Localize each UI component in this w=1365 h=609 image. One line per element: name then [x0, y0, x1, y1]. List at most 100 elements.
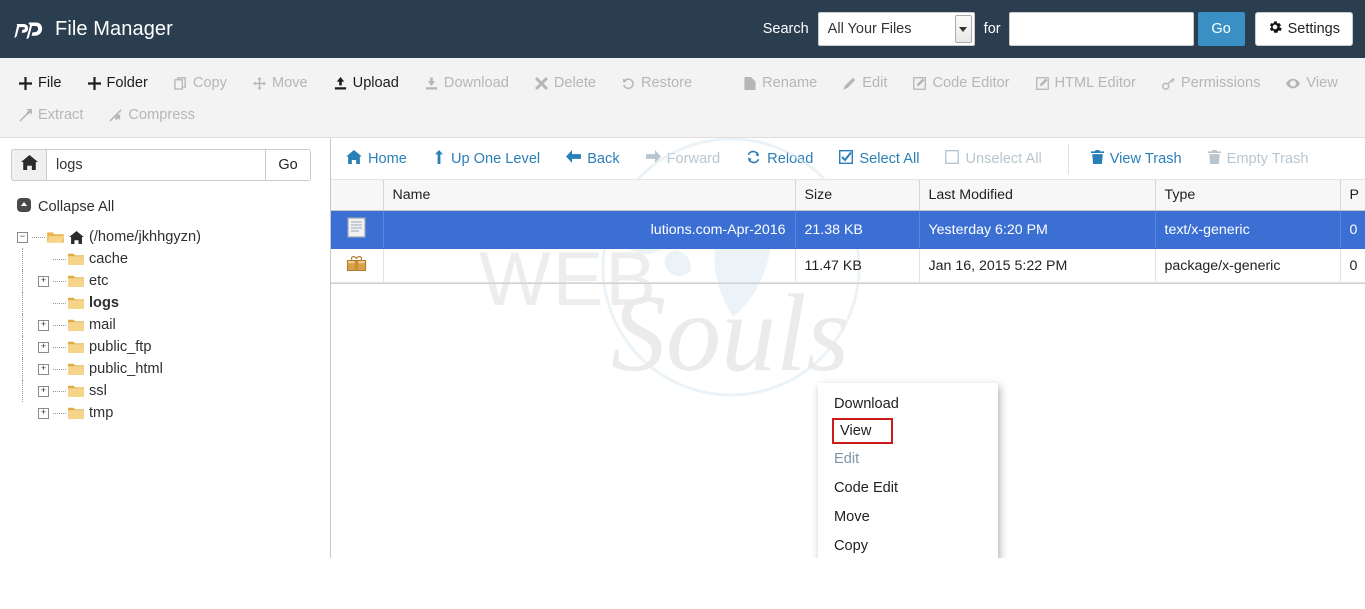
context-menu-item-code-edit[interactable]: Code Edit [818, 473, 998, 502]
collapse-expander-icon[interactable]: − [17, 231, 28, 243]
tree-node-label: mail [89, 317, 116, 333]
chevron-down-icon[interactable] [954, 15, 972, 43]
plus-icon [87, 76, 101, 90]
toolbar-row-2: Extract Compress [0, 99, 1365, 131]
directory-tree: − (/home/jkhhgyzn) cache + etc logs + ma… [17, 226, 330, 424]
tree-node-tmp[interactable]: + tmp [17, 402, 330, 424]
file-pane: Home Up One Level Back Forward Reload Se… [331, 138, 1365, 558]
toolbar-label: Rename [762, 75, 818, 91]
page-title: File Manager [55, 17, 173, 40]
search-go-button[interactable]: Go [1197, 12, 1245, 46]
permissions-button: Permissions [1161, 75, 1260, 91]
expand-expander-icon[interactable]: + [38, 385, 49, 397]
x-mark-icon [534, 76, 548, 90]
tree-node-cache[interactable]: cache [17, 248, 330, 270]
upload-icon [334, 76, 347, 90]
search-label: Search [762, 21, 809, 37]
nav-up-one-level-button[interactable]: Up One Level [433, 149, 540, 168]
expand-expander-icon[interactable]: + [38, 363, 49, 375]
tree-connector [53, 302, 66, 304]
extract-button: Extract [19, 107, 83, 123]
nav-unselect-all-button: Unselect All [945, 149, 1042, 168]
tree-node-label: logs [89, 295, 119, 311]
path-go-button[interactable]: Go [265, 149, 311, 181]
tree-connector [53, 258, 66, 260]
tree-node-ssl[interactable]: + ssl [17, 380, 330, 402]
row-permissions: 0 [1340, 248, 1365, 283]
toolbar-label: Copy [192, 75, 227, 91]
download-icon [425, 77, 438, 90]
nav-back-button[interactable]: Back [566, 150, 620, 167]
tree-node-public-ftp[interactable]: + public_ftp [17, 336, 330, 358]
move-arrows-icon [252, 76, 266, 90]
nav-home-button[interactable]: Home [346, 149, 407, 168]
path-home-button[interactable] [11, 149, 46, 181]
nav-label: View Trash [1109, 150, 1182, 167]
nav-label: Unselect All [965, 150, 1042, 167]
restore-arrow-icon [622, 77, 635, 90]
tree-connector [53, 368, 66, 370]
collapse-all-label: Collapse All [38, 199, 115, 215]
tree-connector [53, 346, 66, 348]
column-header-type[interactable]: Type [1155, 180, 1341, 211]
view-button: View [1286, 75, 1338, 91]
upload-button[interactable]: Upload [334, 75, 399, 91]
expand-expander-icon[interactable]: + [38, 407, 49, 419]
context-menu-item-copy[interactable]: Copy [818, 531, 998, 558]
table-header-row: Name Size Last Modified Type P [331, 180, 1365, 211]
column-header-name[interactable]: Name [383, 180, 796, 211]
context-menu-item-download[interactable]: Download [818, 389, 998, 418]
new-file-button[interactable]: File [19, 75, 62, 91]
nav-view-trash-button[interactable]: View Trash [1090, 149, 1182, 168]
toolbar-label: Extract [38, 107, 84, 123]
empty-box-icon [945, 149, 960, 168]
row-size: 21.38 KB [795, 210, 920, 249]
expand-expander-icon[interactable]: + [38, 341, 49, 353]
text-document-icon [347, 217, 366, 242]
row-type: package/x-generic [1155, 248, 1341, 283]
folder-icon [68, 319, 84, 331]
code-edit-icon [913, 76, 927, 90]
folder-icon [68, 385, 84, 397]
search-scope-select[interactable]: All Your Files [817, 12, 975, 46]
code-editor-button: Code Editor [913, 75, 1010, 91]
table-row[interactable]: lutions.com-Apr-2016 21.38 KB Yesterday … [331, 210, 1365, 249]
tree-node-logs[interactable]: logs [17, 292, 330, 314]
tree-node-etc[interactable]: + etc [17, 270, 330, 292]
context-menu-label: Move [834, 508, 870, 525]
context-menu-item-view[interactable]: View [832, 418, 893, 444]
edit-button: Edit [843, 75, 887, 91]
context-menu-item-move[interactable]: Move [818, 502, 998, 531]
new-folder-button[interactable]: Folder [87, 75, 148, 91]
tree-node-root[interactable]: − (/home/jkhhgyzn) [17, 226, 330, 248]
nav-select-all-button[interactable]: Select All [839, 149, 919, 168]
expand-expander-icon[interactable]: + [38, 275, 49, 287]
column-header-icon[interactable] [331, 180, 384, 211]
context-menu-item-edit[interactable]: Edit [818, 444, 998, 473]
tree-node-mail[interactable]: + mail [17, 314, 330, 336]
home-icon [69, 230, 84, 244]
column-header-permissions[interactable]: P [1340, 180, 1365, 211]
package-archive-icon [346, 256, 367, 276]
reload-icon [746, 150, 761, 168]
extract-icon [19, 108, 32, 122]
app-header: File Manager Search All Your Files for G… [0, 0, 1365, 58]
tree-node-label: ssl [89, 383, 107, 399]
column-header-size[interactable]: Size [795, 180, 920, 211]
expand-expander-icon[interactable]: + [38, 319, 49, 331]
collapse-all-button[interactable]: Collapse All [17, 198, 330, 216]
tree-node-public-html[interactable]: + public_html [17, 358, 330, 380]
column-header-last-modified[interactable]: Last Modified [919, 180, 1156, 211]
context-menu: Download View Edit Code Edit Move Copy R… [818, 383, 998, 558]
settings-button[interactable]: Settings [1254, 12, 1353, 46]
copy-button: Copy [174, 75, 227, 91]
nav-reload-button[interactable]: Reload [746, 150, 813, 168]
row-name [383, 248, 796, 283]
search-input[interactable] [1008, 12, 1194, 46]
trash-icon [1207, 149, 1221, 168]
context-menu-label: Download [834, 395, 899, 412]
context-menu-label: Code Edit [834, 479, 899, 496]
table-row[interactable]: 11.47 KB Jan 16, 2015 5:22 PM package/x-… [331, 248, 1365, 283]
path-input[interactable] [46, 149, 265, 181]
context-menu-label: View [840, 423, 872, 439]
